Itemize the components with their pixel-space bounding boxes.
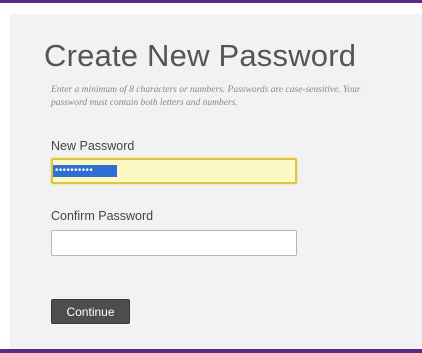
password-instructions: Enter a minimum of 8 characters or numbe… (51, 85, 361, 108)
new-password-label: New Password (51, 139, 135, 153)
confirm-password-field[interactable] (51, 230, 297, 256)
page-title: Create New Password (44, 38, 357, 73)
bottom-accent-bar (0, 349, 422, 353)
confirm-password-label: Confirm Password (51, 209, 154, 223)
new-password-masked-selection: •••••••••• (53, 165, 117, 177)
continue-button[interactable]: Continue (51, 299, 130, 324)
